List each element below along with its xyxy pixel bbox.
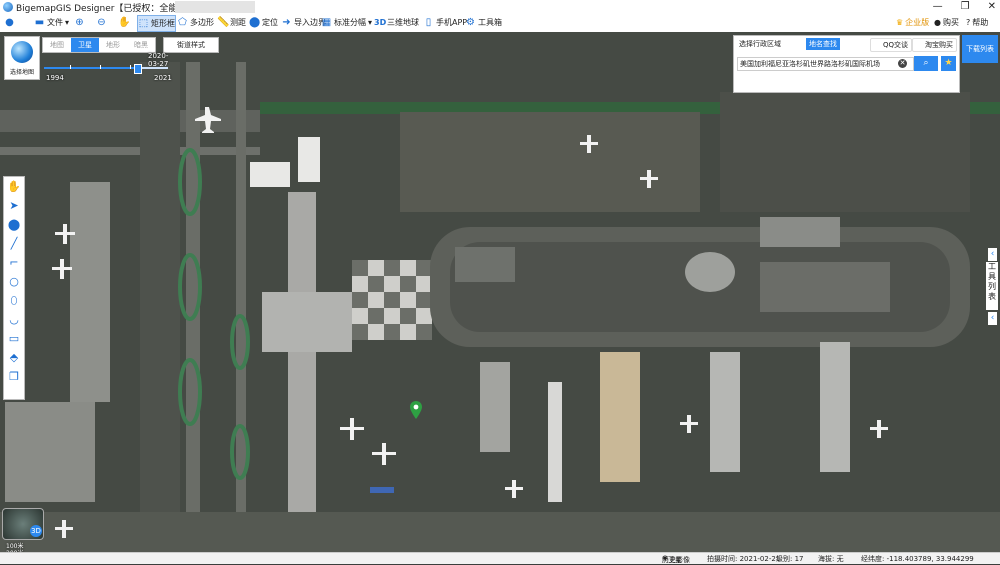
timeline-tick: [130, 65, 131, 69]
favorite-button[interactable]: ★: [941, 56, 956, 71]
three-d-globe-button[interactable]: 3D 三维地球: [374, 15, 419, 30]
zoom-in-icon: ⊕: [75, 17, 84, 28]
tab-dark[interactable]: 暗黑: [127, 38, 155, 52]
history-timeline: 2020-03-27 1994 2021: [40, 52, 172, 82]
zoom-in-button[interactable]: ⊕: [74, 15, 85, 30]
home-globe-button[interactable]: ●: [4, 15, 15, 30]
crown-icon: ♛: [896, 18, 904, 27]
map-source-selector[interactable]: 选择地图: [4, 36, 40, 80]
globe-icon: [11, 41, 33, 63]
search-button[interactable]: ⌕: [914, 56, 938, 71]
map-source-label: 选择地图: [9, 69, 34, 76]
grid-icon: ▦: [321, 17, 332, 28]
clear-icon[interactable]: ✕: [898, 59, 907, 68]
search-icon: ⌕: [923, 58, 929, 68]
status-bar: 历史影像 ◉ 卫星 拍摄时间: 2021-02-21 级别: 17 海拔: 无 …: [0, 552, 1000, 564]
timeline-end-year: 2021: [154, 74, 172, 82]
rect-select-button[interactable]: ⬚ 矩形框: [137, 15, 176, 32]
line-icon[interactable]: ╱: [4, 234, 24, 253]
collapse-right-icon[interactable]: ‹: [988, 312, 997, 325]
title-bar: BigemapGIS Designer【已授权：全能版】 — ❐ ✕: [0, 0, 1000, 14]
window-title: BigemapGIS Designer【已授权：全能版】: [16, 4, 196, 14]
pan-button[interactable]: ✋: [118, 15, 131, 30]
expand-left-icon[interactable]: ‹: [988, 248, 997, 261]
minimize-button[interactable]: —: [933, 0, 943, 14]
ellipse-icon[interactable]: ⬯: [4, 291, 24, 310]
hand-icon[interactable]: ✋: [4, 177, 24, 196]
locate-button[interactable]: ⬤ 定位: [249, 15, 278, 30]
pin-icon[interactable]: ⬤: [4, 215, 24, 234]
polygon-icon: ⬠: [178, 17, 187, 28]
tab-region-select[interactable]: 选择行政区域: [736, 38, 784, 50]
place-search-input[interactable]: 美国加利福尼亚洛杉矶世界路洛杉矶国际机场: [737, 57, 914, 71]
user-info-redacted: [175, 1, 255, 13]
buy-button[interactable]: ● 购买: [934, 15, 959, 30]
timeline-handle[interactable]: [134, 64, 142, 74]
maximize-button[interactable]: ❐: [961, 0, 970, 14]
close-button[interactable]: ✕: [988, 0, 996, 14]
tab-satellite[interactable]: 卫星: [71, 38, 99, 52]
map-type-tabs: 地图 卫星 地形 暗黑: [42, 37, 156, 53]
tab-place-search[interactable]: 地名查找: [806, 38, 840, 50]
zoom-out-icon: ⊖: [97, 17, 106, 28]
copy-icon[interactable]: ❐: [4, 367, 24, 386]
window-controls: — ❐ ✕: [933, 0, 996, 14]
file-menu[interactable]: ▬ 文件 ▾: [34, 15, 69, 30]
help-button[interactable]: ? 帮助: [966, 15, 988, 30]
history-imagery-toggle[interactable]: 历史影像 ◉ 卫星: [662, 554, 690, 564]
import-boundary-button[interactable]: ➜ 导入边界: [281, 15, 326, 30]
tool-list-button[interactable]: 工具列表: [986, 262, 998, 310]
drawing-toolbar: ✋ ➤ ⬤ ╱ ⌐ ○ ⬯ ◡ ▭ ⬘ ❐: [3, 176, 25, 400]
help-icon: ?: [966, 18, 971, 27]
gear-icon: ⚙: [466, 17, 475, 28]
rectangle-select-icon: ⬚: [138, 18, 149, 29]
hand-icon: ✋: [118, 17, 131, 28]
download-list-button[interactable]: 下载列表: [962, 35, 998, 63]
timeline-date: 2020-03-27: [148, 52, 169, 68]
taobao-link[interactable]: 淘宝购买: [912, 38, 957, 52]
main-toolbar: ● ▬ 文件 ▾ ⊕ ⊖ ✋ ⬚ 矩形框 ⬠ 多边形 📏 测距 ⬤ 定位 ➜ 导入边界 ▦ 标准…: [0, 14, 1000, 33]
arc-icon[interactable]: ◡: [4, 310, 24, 329]
phone-icon: ▯: [425, 17, 432, 28]
street-style-button[interactable]: 街道样式: [163, 37, 219, 53]
mobile-app-button[interactable]: ▯ 手机APP: [423, 15, 467, 30]
star-icon: ★: [944, 58, 953, 68]
timeline-tick: [70, 65, 71, 69]
cart-icon: ●: [934, 18, 941, 27]
three-d-icon: 3D: [374, 18, 387, 27]
location-pin-icon: ⬤: [249, 17, 261, 28]
import-arrow-icon: ➜: [282, 17, 291, 28]
label-icon[interactable]: ⬘: [4, 348, 24, 367]
standard-tiles-button[interactable]: ▦ 标准分幅 ▾: [321, 15, 372, 30]
enterprise-button[interactable]: ♛ 企业版: [896, 15, 929, 30]
arrow-icon[interactable]: ➤: [4, 196, 24, 215]
tab-map[interactable]: 地图: [43, 38, 71, 52]
checker-roof: [352, 260, 432, 340]
map-canvas[interactable]: [0, 32, 1000, 552]
satellite-imagery: [0, 32, 1000, 552]
timeline-tick: [100, 65, 101, 69]
search-panel: 选择行政区域 地名查找 QQ交谈 淘宝购买 美国加利福尼亚洛杉矶世界路洛杉矶国际…: [733, 35, 960, 93]
timeline-progress: [44, 67, 134, 69]
location-marker-icon[interactable]: [410, 401, 422, 419]
measure-button[interactable]: 📏 测距: [217, 15, 246, 30]
timeline-start-year: 1994: [46, 74, 64, 82]
overview-map: 3D 100米 200米: [2, 508, 62, 557]
circle-icon[interactable]: ○: [4, 272, 24, 291]
tab-terrain[interactable]: 地形: [99, 38, 127, 52]
three-d-toggle[interactable]: 3D: [30, 525, 42, 537]
qq-chat-link[interactable]: QQ交谈: [870, 38, 913, 52]
toolbox-button[interactable]: ⚙ 工具箱: [465, 15, 502, 30]
app-logo-icon: [3, 2, 13, 12]
globe-icon: ●: [5, 17, 14, 28]
ruler-icon: 📏: [217, 17, 230, 28]
polygon-button[interactable]: ⬠ 多边形: [177, 15, 214, 30]
zoom-out-button[interactable]: ⊖: [96, 15, 107, 30]
polyline-icon[interactable]: ⌐: [4, 253, 24, 272]
folder-icon: ▬: [34, 17, 45, 28]
rectangle-icon[interactable]: ▭: [4, 329, 24, 348]
